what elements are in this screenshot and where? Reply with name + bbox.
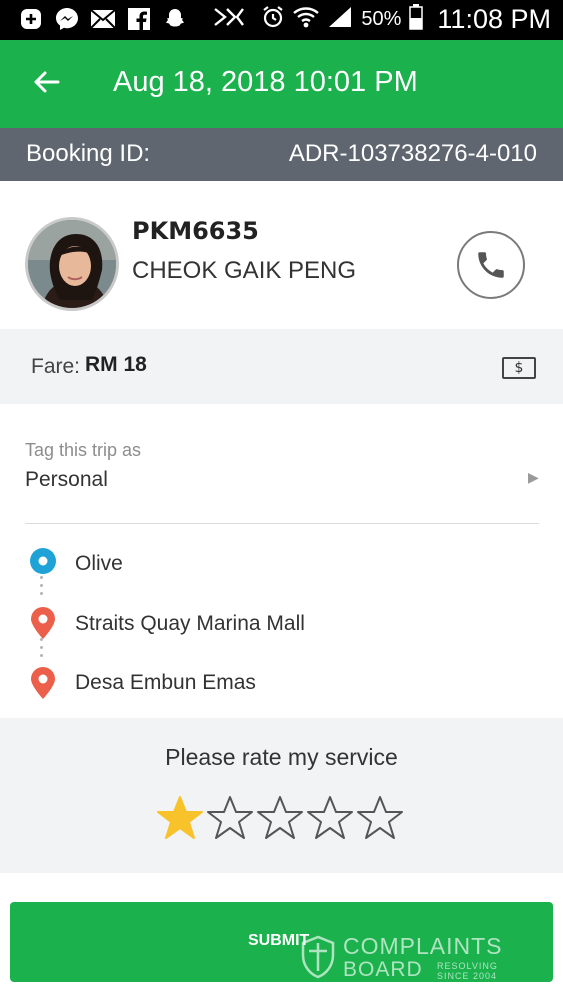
stop-pickup: Olive [75, 552, 123, 575]
star-icon[interactable] [256, 794, 304, 842]
watermark: COMPLAINTS BOARD RESOLVING SINCE 2004 [300, 931, 520, 983]
route-list: Olive Straits Quay Marina Mall Desa Embu… [0, 524, 563, 718]
chevron-right-icon: ▶ [528, 470, 539, 486]
stop-dropoff: Desa Embun Emas [75, 671, 256, 694]
star-icon[interactable] [356, 794, 404, 842]
notification-icons [18, 6, 188, 32]
pickup-dot-icon [30, 548, 56, 574]
star-icon[interactable] [206, 794, 254, 842]
facebook-icon [126, 6, 152, 32]
fare-amount: RM 18 [85, 353, 147, 376]
booking-id-bar: Booking ID: ADR-103738276-4-010 [0, 128, 563, 181]
fare-row: Fare: RM 18 $ [0, 329, 563, 404]
page-title: Aug 18, 2018 10:01 PM [113, 66, 418, 98]
system-icons: 50% 11:08 PM [213, 4, 551, 35]
rating-prompt: Please rate my service [165, 744, 398, 770]
wifi-icon [293, 5, 320, 34]
clock: 11:08 PM [437, 4, 551, 34]
watermark-line3: RESOLVING SINCE 2004 [437, 961, 498, 981]
booking-id-value: ADR-103738276-4-010 [288, 140, 537, 167]
signal-icon [327, 5, 353, 34]
alarm-icon [261, 5, 285, 34]
rating-section: Please rate my service [0, 718, 563, 873]
driver-name: CHEOK GAIK PENG [132, 257, 357, 284]
shield-icon [301, 935, 335, 979]
nfc-icon [213, 5, 253, 34]
star-icon[interactable] [156, 794, 204, 842]
messenger-icon [54, 6, 80, 32]
add-icon [18, 6, 44, 32]
location-pin-icon [31, 607, 55, 639]
call-driver-button[interactable] [457, 231, 525, 299]
back-button[interactable] [26, 62, 66, 102]
driver-avatar [25, 217, 119, 311]
location-pin-icon [31, 667, 55, 699]
trip-tag-selector[interactable]: Tag this trip as Personal ▶ [0, 404, 563, 524]
trip-tag-label: Tag this trip as [25, 440, 142, 460]
arrow-left-icon [34, 71, 60, 93]
app-bar: Aug 18, 2018 10:01 PM [0, 40, 563, 128]
booking-id-label: Booking ID: [26, 140, 151, 167]
driver-card: PKM6635 CHEOK GAIK PENG [0, 181, 563, 329]
trip-tag-value: Personal [25, 468, 108, 491]
vehicle-plate: PKM6635 [132, 217, 259, 245]
phone-icon [478, 252, 504, 278]
battery-percent: 50% [361, 8, 402, 30]
mail-icon [90, 6, 116, 32]
watermark-line1: COMPLAINTS [343, 933, 503, 959]
star-icon[interactable] [306, 794, 354, 842]
star-rating [156, 794, 404, 842]
battery-icon [409, 4, 424, 35]
snapchat-icon [162, 6, 188, 32]
fare-label: Fare: [31, 355, 81, 378]
stop-waypoint: Straits Quay Marina Mall [75, 612, 305, 635]
status-bar: 50% 11:08 PM [0, 0, 563, 40]
cash-icon: $ [502, 357, 536, 379]
watermark-line2: BOARD [343, 958, 423, 981]
route-connector [40, 576, 44, 600]
route-connector [40, 638, 44, 662]
